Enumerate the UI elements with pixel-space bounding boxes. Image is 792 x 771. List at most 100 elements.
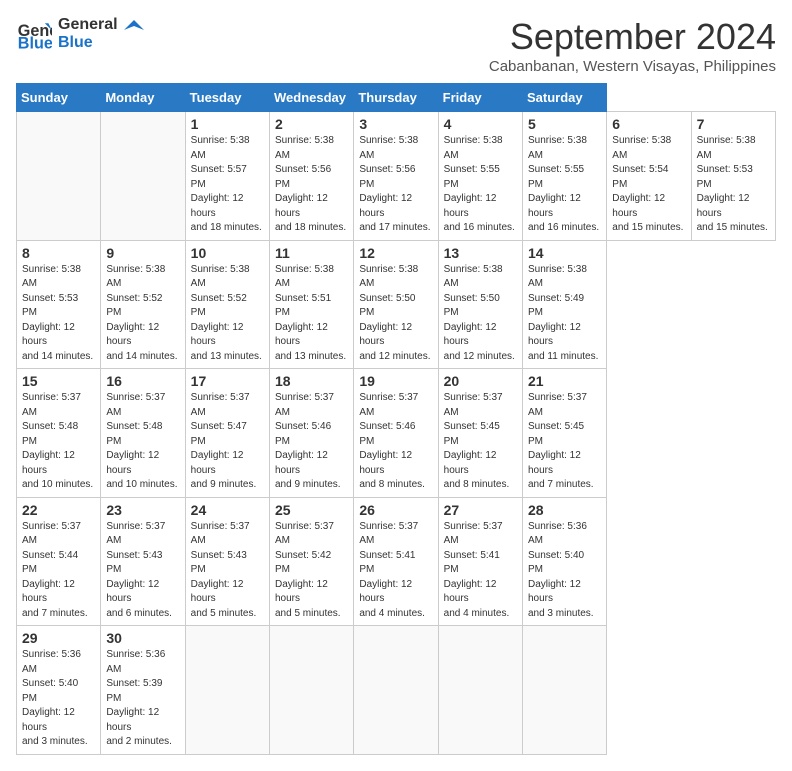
day-detail: Sunrise: 5:37 AMSunset: 5:46 PMDaylight:… xyxy=(275,391,348,493)
day-detail: Sunrise: 5:38 AMSunset: 5:56 PMDaylight:… xyxy=(359,134,432,236)
day-number: 18 xyxy=(275,373,348,389)
location-subtitle: Cabanbanan, Western Visayas, Philippines xyxy=(489,58,776,75)
table-row: 22 Sunrise: 5:37 AMSunset: 5:44 PMDayligh… xyxy=(17,497,101,626)
calendar-week-3: 15 Sunrise: 5:37 AMSunset: 5:48 PMDayligh… xyxy=(17,369,776,498)
day-number: 9 xyxy=(106,245,179,261)
day-number: 7 xyxy=(697,116,770,132)
day-number: 15 xyxy=(22,373,95,389)
day-detail: Sunrise: 5:37 AMSunset: 5:48 PMDaylight:… xyxy=(106,391,179,493)
table-row xyxy=(101,112,185,241)
table-row: 16 Sunrise: 5:37 AMSunset: 5:48 PMDayligh… xyxy=(101,369,185,498)
day-detail: Sunrise: 5:38 AMSunset: 5:52 PMDaylight:… xyxy=(191,263,264,365)
table-row: 27Sunrise: 5:37 AMSunset: 5:41 PMDayligh… xyxy=(438,497,522,626)
day-detail: Sunrise: 5:36 AMSunset: 5:40 PMDaylight:… xyxy=(528,520,601,622)
header-row: Sunday Monday Tuesday Wednesday Thursday… xyxy=(17,84,776,112)
table-row xyxy=(185,626,269,755)
header-tuesday: Tuesday xyxy=(185,84,269,112)
day-detail: Sunrise: 5:36 AMSunset: 5:40 PMDaylight:… xyxy=(22,648,95,750)
calendar-week-1: 1 Sunrise: 5:38 AMSunset: 5:57 PMDaylight… xyxy=(17,112,776,241)
table-row: 17 Sunrise: 5:37 AMSunset: 5:47 PMDayligh… xyxy=(185,369,269,498)
day-detail: Sunrise: 5:38 AMSunset: 5:53 PMDaylight:… xyxy=(697,134,770,236)
table-row: 30Sunrise: 5:36 AMSunset: 5:39 PMDayligh… xyxy=(101,626,185,755)
day-number: 16 xyxy=(106,373,179,389)
day-number: 12 xyxy=(359,245,432,261)
day-detail: Sunrise: 5:37 AMSunset: 5:43 PMDaylight:… xyxy=(106,520,179,622)
table-row: 3 Sunrise: 5:38 AMSunset: 5:56 PMDaylight… xyxy=(354,112,438,241)
table-row: 15 Sunrise: 5:37 AMSunset: 5:48 PMDayligh… xyxy=(17,369,101,498)
table-row: 18 Sunrise: 5:37 AMSunset: 5:46 PMDayligh… xyxy=(269,369,353,498)
table-row: 24 Sunrise: 5:37 AMSunset: 5:43 PMDayligh… xyxy=(185,497,269,626)
day-detail: Sunrise: 5:37 AMSunset: 5:42 PMDaylight:… xyxy=(275,520,348,622)
header-monday: Monday xyxy=(101,84,185,112)
day-detail: Sunrise: 5:37 AMSunset: 5:47 PMDaylight:… xyxy=(191,391,264,493)
title-block: September 2024 Cabanbanan, Western Visay… xyxy=(489,16,776,75)
day-detail: Sunrise: 5:37 AMSunset: 5:45 PMDaylight:… xyxy=(444,391,517,493)
day-detail: Sunrise: 5:38 AMSunset: 5:51 PMDaylight:… xyxy=(275,263,348,365)
day-detail: Sunrise: 5:37 AMSunset: 5:48 PMDaylight:… xyxy=(22,391,95,493)
day-number: 22 xyxy=(22,502,95,518)
table-row: 10Sunrise: 5:38 AMSunset: 5:52 PMDayligh… xyxy=(185,240,269,369)
day-detail: Sunrise: 5:38 AMSunset: 5:55 PMDaylight:… xyxy=(444,134,517,236)
table-row: 12Sunrise: 5:38 AMSunset: 5:50 PMDayligh… xyxy=(354,240,438,369)
table-row: 13Sunrise: 5:38 AMSunset: 5:50 PMDayligh… xyxy=(438,240,522,369)
table-row: 14Sunrise: 5:38 AMSunset: 5:49 PMDayligh… xyxy=(522,240,606,369)
table-row: 9 Sunrise: 5:38 AMSunset: 5:52 PMDaylight… xyxy=(101,240,185,369)
table-row: 7 Sunrise: 5:38 AMSunset: 5:53 PMDaylight… xyxy=(691,112,775,241)
day-number: 23 xyxy=(106,502,179,518)
table-row xyxy=(269,626,353,755)
day-detail: Sunrise: 5:38 AMSunset: 5:52 PMDaylight:… xyxy=(106,263,179,365)
day-detail: Sunrise: 5:36 AMSunset: 5:39 PMDaylight:… xyxy=(106,648,179,750)
day-number: 28 xyxy=(528,502,601,518)
page-header: General Blue General Blue September 2024… xyxy=(16,16,776,75)
day-number: 4 xyxy=(444,116,517,132)
table-row: 1 Sunrise: 5:38 AMSunset: 5:57 PMDaylight… xyxy=(185,112,269,241)
table-row: 11 Sunrise: 5:38 AMSunset: 5:51 PMDayligh… xyxy=(269,240,353,369)
day-number: 20 xyxy=(444,373,517,389)
month-year-title: September 2024 xyxy=(489,16,776,58)
header-wednesday: Wednesday xyxy=(269,84,353,112)
day-detail: Sunrise: 5:37 AMSunset: 5:41 PMDaylight:… xyxy=(359,520,432,622)
table-row: 6 Sunrise: 5:38 AMSunset: 5:54 PMDaylight… xyxy=(607,112,691,241)
day-number: 3 xyxy=(359,116,432,132)
day-number: 27 xyxy=(444,502,517,518)
svg-text:Blue: Blue xyxy=(18,34,52,52)
day-detail: Sunrise: 5:37 AMSunset: 5:46 PMDaylight:… xyxy=(359,391,432,493)
table-row xyxy=(438,626,522,755)
day-number: 21 xyxy=(528,373,601,389)
header-saturday: Saturday xyxy=(522,84,606,112)
day-detail: Sunrise: 5:38 AMSunset: 5:57 PMDaylight:… xyxy=(191,134,264,236)
day-number: 25 xyxy=(275,502,348,518)
day-number: 11 xyxy=(275,245,348,261)
day-detail: Sunrise: 5:38 AMSunset: 5:54 PMDaylight:… xyxy=(612,134,685,236)
day-number: 13 xyxy=(444,245,517,261)
day-detail: Sunrise: 5:37 AMSunset: 5:44 PMDaylight:… xyxy=(22,520,95,622)
logo-line1: General xyxy=(58,16,118,34)
table-row xyxy=(522,626,606,755)
calendar-week-5: 29 Sunrise: 5:36 AMSunset: 5:40 PMDayligh… xyxy=(17,626,776,755)
day-number: 6 xyxy=(612,116,685,132)
day-detail: Sunrise: 5:37 AMSunset: 5:45 PMDaylight:… xyxy=(528,391,601,493)
day-detail: Sunrise: 5:38 AMSunset: 5:56 PMDaylight:… xyxy=(275,134,348,236)
header-thursday: Thursday xyxy=(354,84,438,112)
day-detail: Sunrise: 5:38 AMSunset: 5:49 PMDaylight:… xyxy=(528,263,601,365)
table-row: 8 Sunrise: 5:38 AMSunset: 5:53 PMDaylight… xyxy=(17,240,101,369)
table-row xyxy=(17,112,101,241)
table-row: 23 Sunrise: 5:37 AMSunset: 5:43 PMDayligh… xyxy=(101,497,185,626)
logo: General Blue General Blue xyxy=(16,16,144,52)
day-number: 17 xyxy=(191,373,264,389)
table-row: 2Sunrise: 5:38 AMSunset: 5:56 PMDaylight… xyxy=(269,112,353,241)
day-number: 24 xyxy=(191,502,264,518)
day-detail: Sunrise: 5:38 AMSunset: 5:53 PMDaylight:… xyxy=(22,263,95,365)
header-sunday: Sunday xyxy=(17,84,101,112)
day-number: 8 xyxy=(22,245,95,261)
logo-bird-icon xyxy=(124,20,144,40)
day-detail: Sunrise: 5:37 AMSunset: 5:43 PMDaylight:… xyxy=(191,520,264,622)
table-row: 19Sunrise: 5:37 AMSunset: 5:46 PMDayligh… xyxy=(354,369,438,498)
logo-line2: Blue xyxy=(58,34,118,52)
day-number: 1 xyxy=(191,116,264,132)
calendar-week-4: 22 Sunrise: 5:37 AMSunset: 5:44 PMDayligh… xyxy=(17,497,776,626)
day-number: 26 xyxy=(359,502,432,518)
day-number: 29 xyxy=(22,630,95,646)
table-row: 28 Sunrise: 5:36 AMSunset: 5:40 PMDayligh… xyxy=(522,497,606,626)
day-detail: Sunrise: 5:38 AMSunset: 5:55 PMDaylight:… xyxy=(528,134,601,236)
